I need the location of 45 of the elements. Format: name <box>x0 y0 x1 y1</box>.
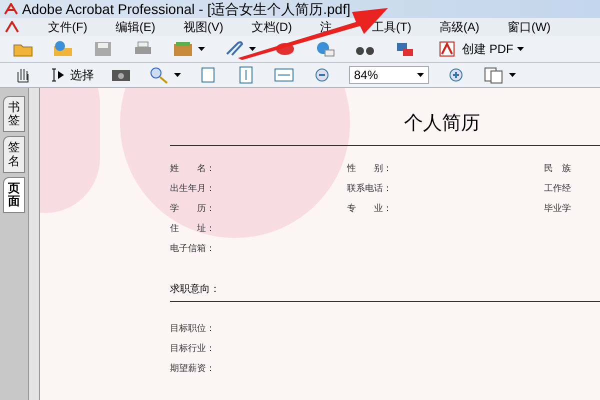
form-label: 出生年月： <box>170 182 216 194</box>
caret-icon[interactable] <box>517 47 524 51</box>
create-pdf-button[interactable]: 创建 PDF <box>434 40 528 58</box>
caret-icon[interactable] <box>509 73 516 77</box>
side-tab[interactable]: 书签 <box>3 96 25 132</box>
text-cursor-icon <box>50 68 66 82</box>
caret-icon[interactable] <box>417 73 424 77</box>
select-tool-button[interactable]: 选择 <box>50 66 94 84</box>
side-tab[interactable]: 页面 <box>3 176 25 214</box>
folder-globe-icon[interactable] <box>52 40 74 58</box>
form-label: 联系电话： <box>347 182 393 194</box>
menu-item[interactable]: 文档(D) <box>251 18 292 36</box>
document-icon[interactable] <box>4 21 20 33</box>
form-label: 姓 名： <box>170 162 216 174</box>
menu-item[interactable]: 编辑(E) <box>115 18 156 36</box>
side-tab[interactable]: 签名 <box>3 136 25 173</box>
caret-icon[interactable] <box>198 47 205 51</box>
form-label: 电子信箱： <box>170 242 216 254</box>
menu-item[interactable]: 视图(V) <box>183 18 224 36</box>
form-label: 学 历： <box>170 202 216 214</box>
form-label: 专 业： <box>347 202 393 214</box>
form-label: 目标职位： <box>170 322 216 334</box>
pages-icon[interactable] <box>483 66 505 84</box>
form-label: 毕业学 <box>544 202 571 214</box>
section-heading: 求职意向： <box>170 282 221 296</box>
form-label: 期望薪资： <box>170 362 216 374</box>
globe-envelope-icon[interactable] <box>314 40 336 58</box>
resume-title: 个人简历 <box>404 112 480 136</box>
menu-item[interactable]: 高级(A) <box>439 18 480 36</box>
form-label: 住 址： <box>170 222 216 234</box>
secure-icon[interactable] <box>394 40 416 58</box>
caret-icon[interactable] <box>174 73 181 77</box>
form-label: 民 族 <box>544 162 571 174</box>
zoom-field[interactable]: 84% <box>349 66 429 84</box>
form-label: 性 别： <box>347 162 393 174</box>
acrobat-logo-icon <box>4 3 18 15</box>
form-label: 工作经 <box>544 182 571 194</box>
menu-item[interactable]: 工具(T) <box>372 18 412 36</box>
window-title: Adobe Acrobat Professional - [适合女生个人简历.pdf] <box>22 2 350 16</box>
caret-icon[interactable] <box>249 47 256 51</box>
menu-item[interactable]: 窗口(W) <box>507 18 551 36</box>
menu-item[interactable]: 文件(F) <box>48 18 88 36</box>
form-label: 目标行业： <box>170 342 216 354</box>
zoom-in-icon[interactable] <box>148 66 170 84</box>
fit-width-icon[interactable] <box>273 66 295 84</box>
